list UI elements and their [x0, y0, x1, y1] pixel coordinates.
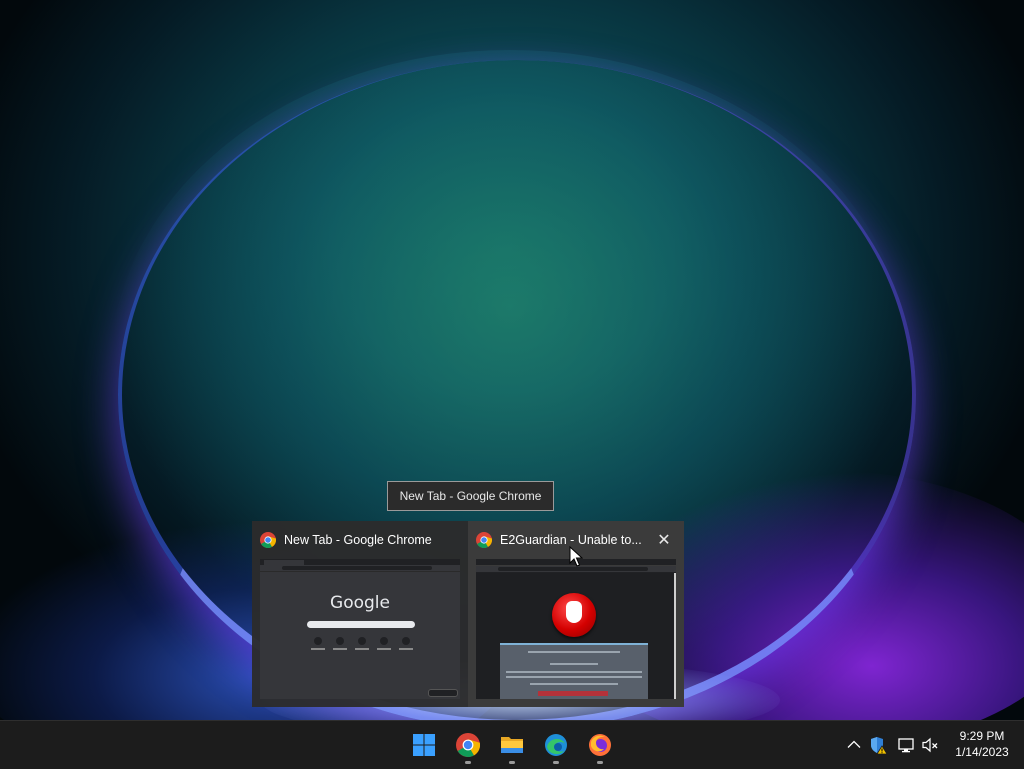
running-indicator — [465, 761, 471, 764]
network-icon — [898, 738, 914, 753]
mouse-cursor-icon — [569, 546, 583, 567]
thumb-shortcut-label — [333, 648, 347, 650]
e2guardian-page-thumbnail — [476, 559, 676, 699]
preview-thumbnail-new-tab[interactable]: New Tab - Google Chrome Google — [252, 521, 468, 707]
speaker-muted-icon — [922, 737, 938, 753]
taskbar-app-file-explorer[interactable] — [492, 725, 532, 765]
windows-logo-icon — [413, 734, 435, 756]
running-indicator — [553, 761, 559, 764]
thumb-shortcut-label — [399, 648, 413, 650]
thumb-scrollbar — [674, 573, 676, 699]
thumb-text-line — [506, 676, 642, 678]
preview-title-row: E2Guardian - Unable to... — [476, 531, 642, 549]
close-window-button[interactable]: ✕ — [654, 531, 674, 551]
thumb-page — [476, 573, 674, 699]
thumb-shortcut-label — [355, 648, 369, 650]
volume-tray[interactable] — [920, 735, 940, 755]
google-logo-text: Google — [330, 593, 390, 613]
thumb-shortcut-label — [311, 648, 325, 650]
edge-icon — [545, 734, 567, 756]
preview-title-row: New Tab - Google Chrome — [260, 531, 432, 549]
thumb-shortcut — [402, 637, 410, 645]
clock-date: 1/14/2023 — [955, 745, 1009, 759]
thumb-text-line — [506, 671, 642, 673]
running-indicator — [509, 761, 515, 764]
network-tray[interactable] — [896, 735, 916, 755]
taskbar-app-firefox[interactable] — [580, 725, 620, 765]
chrome-icon — [456, 733, 480, 757]
chrome-icon — [260, 532, 276, 548]
preview-title: New Tab - Google Chrome — [284, 533, 432, 547]
chrome-icon — [476, 532, 492, 548]
preview-title: E2Guardian - Unable to... — [500, 533, 642, 547]
firefox-icon — [589, 734, 611, 756]
thumb-search-box — [307, 621, 415, 628]
start-button[interactable] — [404, 725, 444, 765]
taskbar: 9:29 PM 1/14/2023 — [0, 720, 1024, 769]
thumb-shortcut — [358, 637, 366, 645]
taskbar-preview-flyout: New Tab - Google Chrome Google E2Guardia… — [252, 521, 684, 707]
taskbar-tooltip: New Tab - Google Chrome — [387, 481, 554, 511]
thumb-text-line — [530, 683, 618, 685]
thumb-blocked-url — [538, 691, 608, 696]
new-tab-page-thumbnail: Google — [260, 559, 460, 699]
defender-shield-warning-icon — [871, 737, 888, 755]
chevron-up-icon — [847, 740, 861, 748]
taskbar-app-microsoft-edge[interactable] — [536, 725, 576, 765]
folder-icon — [501, 737, 523, 753]
hand-icon — [566, 601, 582, 623]
stop-hand-icon — [552, 593, 596, 637]
thumb-shortcut — [380, 637, 388, 645]
thumb-shortcut — [336, 637, 344, 645]
clock-time: 9:29 PM — [959, 729, 1005, 743]
show-hidden-icons-button[interactable] — [844, 735, 864, 755]
thumb-shortcut-label — [377, 648, 391, 650]
thumb-customize-button — [428, 689, 458, 697]
thumb-text-line — [528, 651, 620, 653]
thumb-omnibox — [282, 566, 432, 570]
running-indicator — [597, 761, 603, 764]
taskbar-clock[interactable]: 9:29 PM 1/14/2023 — [944, 728, 1020, 760]
thumb-text-line — [550, 663, 598, 665]
thumb-shortcut — [314, 637, 322, 645]
windows-security-tray[interactable] — [868, 735, 888, 755]
taskbar-app-google-chrome[interactable] — [448, 725, 488, 765]
